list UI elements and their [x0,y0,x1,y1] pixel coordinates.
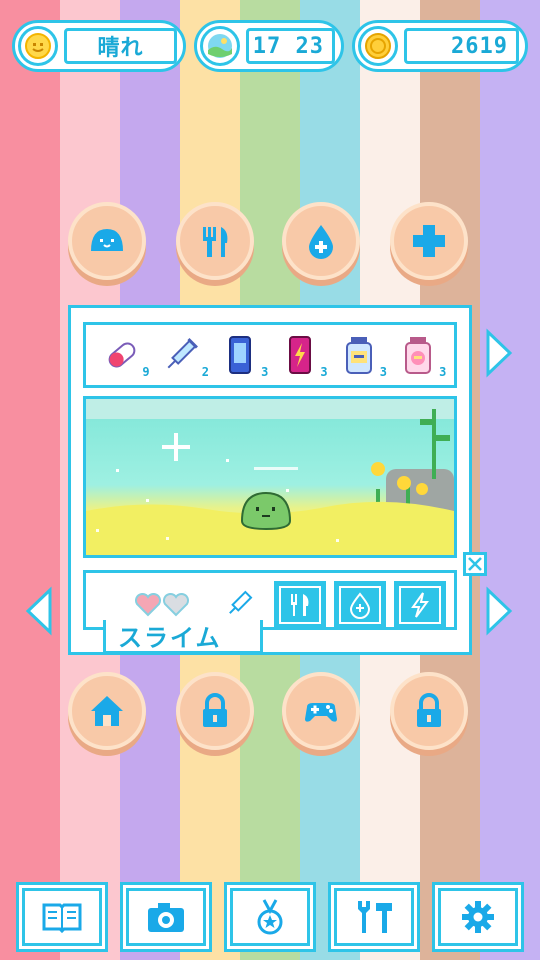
camera-icon [148,903,184,932]
feed-button[interactable] [176,202,254,280]
energy-action-button[interactable] [394,581,446,629]
time-status: 17 23 [194,20,344,72]
tools-icon [358,901,392,933]
pet-next-arrow[interactable] [484,586,514,636]
pink-jar-icon [405,337,432,374]
locked-button-1[interactable] [176,672,254,750]
landscape-icon [200,26,240,66]
item-count: 2 [201,365,209,379]
blue-jar-icon [345,337,372,374]
camera-button[interactable] [120,882,212,952]
heal-button[interactable] [390,202,468,280]
item-blue-jar[interactable]: 3 [333,329,387,381]
energy-drink-icon [288,336,311,374]
item-bar: 9 2 3 3 3 3 [83,322,457,388]
item-count: 9 [142,365,150,379]
book-button[interactable] [16,882,108,952]
item-count: 3 [261,365,269,379]
item-count: 3 [379,365,387,379]
capsule-icon [108,342,136,368]
locked-button-2[interactable] [390,672,468,750]
item-count: 3 [439,365,447,379]
pet-panel: 9 2 3 3 3 3 スライム [68,305,487,655]
book-icon [42,903,82,934]
settings-button[interactable] [432,882,524,952]
water-drop-icon [349,592,371,619]
syringe-icon [229,590,253,614]
item-energy-drink[interactable]: 3 [274,329,328,381]
item-syringe[interactable]: 2 [155,329,209,381]
close-icon[interactable] [463,552,487,576]
sun-icon [18,26,58,66]
syringe-icon [167,338,198,369]
fork-knife-icon [203,227,228,257]
medal-button[interactable] [224,882,316,952]
blue-can-icon [229,336,252,374]
item-capsule[interactable]: 9 [96,329,150,381]
item-next-arrow[interactable] [484,328,514,378]
house-icon [91,696,123,726]
coin-icon [358,26,398,66]
hearts-icon [134,593,190,617]
pet-scene [83,396,457,558]
item-pink-jar[interactable]: 3 [392,329,447,381]
coin-count: 2619 [404,28,519,64]
game-button[interactable] [282,672,360,750]
item-blue-can[interactable]: 3 [214,329,269,381]
gear-icon [462,901,494,933]
water-button[interactable] [282,202,360,280]
water-drop-icon [309,225,333,259]
plus-icon [413,225,445,257]
lightning-icon [411,592,429,618]
coin-status: 2619 [352,20,528,72]
feed-action-button[interactable] [274,581,326,629]
fork-knife-icon [291,594,309,616]
meadow-scene-image [86,399,454,555]
item-count: 3 [320,365,328,379]
green-slime-icon [240,491,292,531]
tools-button[interactable] [328,882,420,952]
water-action-button[interactable] [334,581,386,629]
pet-prev-arrow[interactable] [24,586,54,636]
pet-info: スライム [83,570,457,654]
weather-status: 晴れ [12,20,186,72]
slime-face-icon [91,229,123,251]
gamepad-icon [305,703,337,722]
medal-icon [257,899,283,935]
slime-status-button[interactable] [68,202,146,280]
time-text: 17 23 [246,28,335,64]
pet-name-label: スライム [103,620,263,654]
lock-icon [203,693,227,727]
home-button[interactable] [68,672,146,750]
weather-text: 晴れ [64,28,177,64]
lock-icon [417,693,441,727]
